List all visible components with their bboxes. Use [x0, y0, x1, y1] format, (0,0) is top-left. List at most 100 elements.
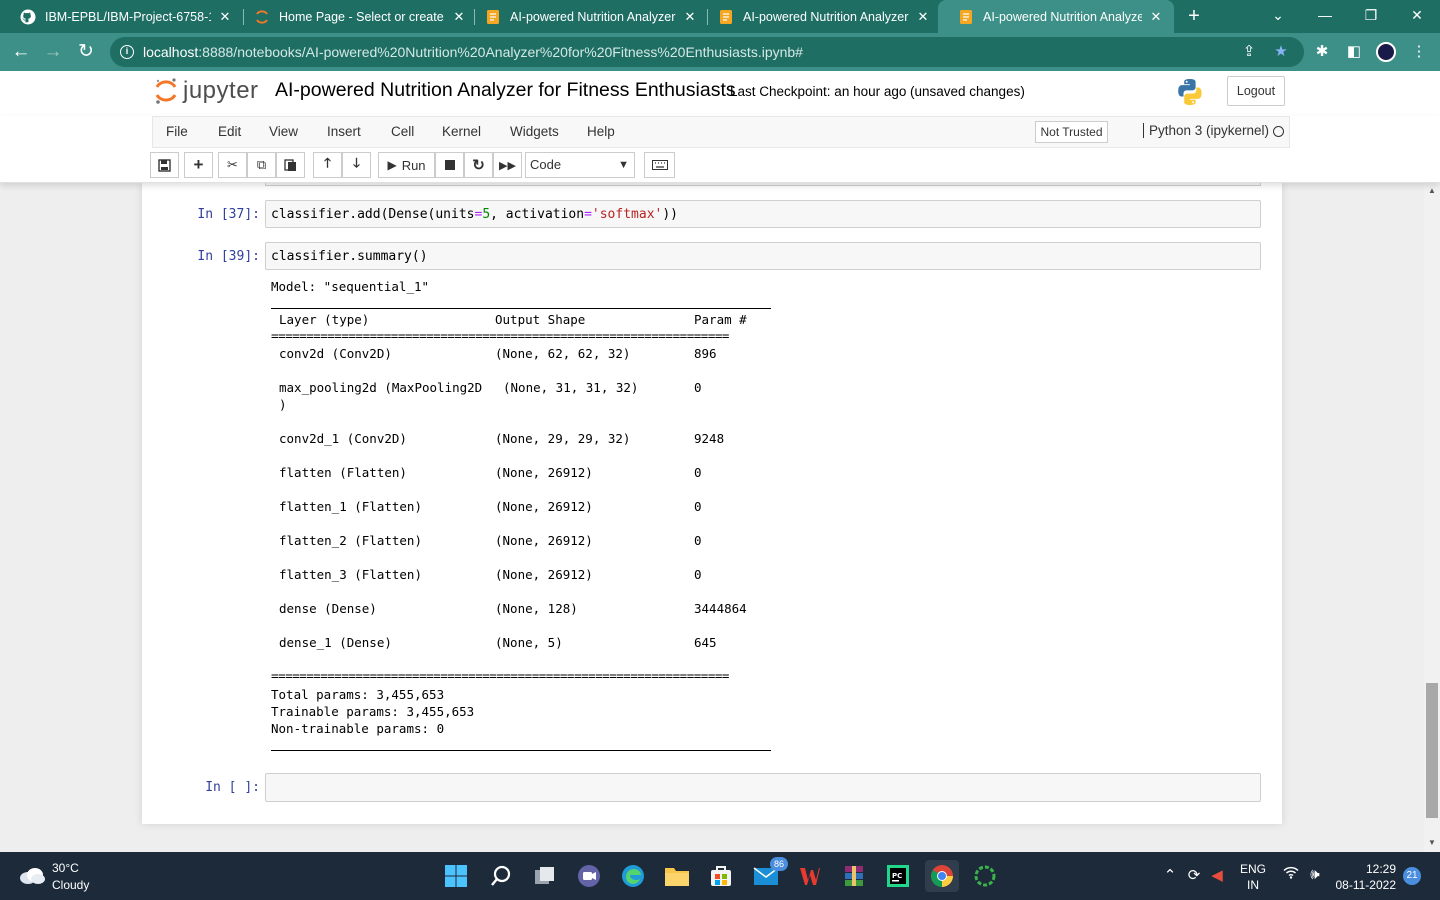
bookmark-star-icon[interactable]: ★ [1272, 43, 1290, 61]
layer-type: conv2d (Conv2D) [279, 346, 392, 361]
extensions-icon[interactable]: ✱ [1313, 43, 1331, 61]
menu-view[interactable]: View [269, 124, 298, 139]
cell-type-select[interactable]: Code ▼ [525, 152, 635, 178]
search-icon[interactable] [485, 860, 517, 892]
sync-icon[interactable]: ⟳ [1184, 866, 1204, 884]
not-trusted-button[interactable]: Not Trusted [1035, 121, 1108, 143]
copy-icon[interactable]: ⧉ [247, 152, 276, 178]
speaker-red-icon[interactable]: ◀ [1207, 866, 1227, 884]
notification-count-badge[interactable]: 21 [1403, 867, 1421, 885]
weather-description[interactable]: Cloudy [52, 878, 89, 892]
save-icon[interactable] [150, 152, 179, 178]
scrollbar-thumb[interactable] [1426, 683, 1438, 818]
chevron-down-icon: ▼ [618, 159, 629, 171]
file-explorer-icon[interactable] [661, 860, 693, 892]
winrar-icon[interactable] [838, 860, 870, 892]
kernel-name: Python 3 (ipykernel) [1143, 123, 1269, 138]
output-shape: (None, 62, 62, 32) [495, 346, 631, 361]
jupyter-logo[interactable]: jupyter [155, 77, 259, 105]
language-indicator[interactable]: ENG IN [1240, 861, 1266, 893]
param-count: 0 [694, 533, 702, 548]
cloud-icon[interactable] [18, 865, 46, 885]
chrome-icon[interactable] [925, 860, 959, 892]
browser-tab-home[interactable]: Home Page - Select or create a ✕ [234, 0, 477, 33]
restore-icon[interactable]: ❐ [1348, 0, 1394, 33]
weather-temperature[interactable]: 30°C [52, 861, 79, 875]
profile-avatar[interactable] [1376, 42, 1396, 62]
close-icon[interactable]: ✕ [1148, 9, 1164, 25]
forward-icon[interactable]: → [40, 39, 66, 65]
layer-type: max_pooling2d (MaxPooling2D [279, 380, 483, 395]
chevron-up-icon[interactable]: ⌃ [1160, 866, 1180, 884]
wps-office-icon[interactable] [794, 860, 826, 892]
start-windows-icon[interactable] [440, 860, 472, 892]
layer-type: flatten_3 (Flatten) [279, 567, 422, 582]
mail-badge: 86 [770, 857, 788, 871]
browser-tab-notebook-1[interactable]: AI-powered Nutrition Analyzer f ✕ [465, 0, 708, 33]
jupyter-logo-text: jupyter [183, 77, 259, 104]
restart-icon[interactable]: ↻ [464, 152, 493, 178]
reload-icon[interactable]: ↻ [73, 39, 99, 65]
scroll-up-icon[interactable]: ▲ [1428, 186, 1436, 195]
close-icon[interactable]: ✕ [217, 9, 233, 25]
side-panel-icon[interactable]: ◧ [1345, 43, 1363, 61]
mail-icon[interactable]: 86 [750, 857, 788, 892]
edge-browser-icon[interactable] [617, 860, 649, 892]
tab-title: Home Page - Select or create a [279, 9, 445, 24]
system-clock[interactable]: 12:29 08-11-2022 [1334, 861, 1397, 893]
site-info-icon[interactable]: i [120, 45, 134, 59]
menu-help[interactable]: Help [587, 124, 615, 139]
output-rule [271, 308, 771, 309]
menu-file[interactable]: File [166, 124, 188, 139]
browser-menu-icon[interactable]: ⋮ [1410, 43, 1428, 61]
run-button[interactable]: ▶ Run [378, 152, 435, 178]
task-view-icon[interactable] [529, 860, 561, 892]
pycharm-icon[interactable]: PC [882, 860, 914, 892]
code-input[interactable]: classifier.summary() [265, 242, 1261, 270]
notebook-icon [718, 9, 734, 25]
menu-edit[interactable]: Edit [218, 124, 241, 139]
minimize-icon[interactable]: — [1302, 0, 1348, 33]
address-bar[interactable]: i localhost:8888/notebooks/AI-powered%20… [110, 37, 1304, 67]
browser-tab-notebook-2[interactable]: AI-powered Nutrition Analyzer f ✕ [698, 0, 941, 33]
menu-cell[interactable]: Cell [391, 124, 414, 139]
logout-button[interactable]: Logout [1227, 76, 1285, 106]
interrupt-icon[interactable] [435, 152, 464, 178]
share-icon[interactable]: ⇪ [1240, 43, 1258, 61]
notebook-title[interactable]: AI-powered Nutrition Analyzer for Fitnes… [275, 79, 736, 102]
microsoft-store-icon[interactable] [705, 860, 737, 892]
restart-run-all-icon[interactable]: ▶▶ [493, 152, 522, 178]
move-down-icon[interactable]: 🡓 [342, 152, 371, 178]
wifi-icon[interactable] [1281, 866, 1301, 883]
browser-tab-notebook-active[interactable]: AI-powered Nutrition Analyzer f ✕ [938, 0, 1174, 33]
loading-app-icon[interactable] [969, 860, 1001, 892]
paste-icon[interactable] [276, 152, 305, 178]
teams-chat-icon[interactable] [573, 860, 605, 892]
tab-title: AI-powered Nutrition Analyzer f [983, 9, 1142, 24]
menu-widgets[interactable]: Widgets [510, 124, 559, 139]
close-window-icon[interactable]: ✕ [1394, 0, 1440, 33]
close-icon[interactable]: ✕ [915, 9, 931, 25]
header-layer-type: Layer (type) [279, 312, 370, 327]
scroll-down-icon[interactable]: ▼ [1428, 838, 1436, 847]
volume-icon[interactable]: 🕪 [1305, 866, 1325, 883]
summary-row: flatten_1 (Flatten) (None, 26912) 0 [271, 499, 771, 516]
model-name-line: Model: "sequential_1" [271, 279, 430, 294]
insert-cell-icon[interactable]: + [184, 152, 213, 178]
tab-search-icon[interactable]: ⌄ [1255, 0, 1301, 33]
menu-kernel[interactable]: Kernel [442, 124, 481, 139]
jupyter-header: jupyter AI-powered Nutrition Analyzer fo… [0, 71, 1440, 116]
new-tab-button[interactable]: + [1183, 5, 1205, 27]
layer-type: flatten (Flatten) [279, 465, 407, 480]
move-up-icon[interactable]: 🡑 [313, 152, 342, 178]
vertical-scrollbar[interactable]: ▲ ▼ [1424, 183, 1440, 852]
close-icon[interactable]: ✕ [682, 9, 698, 25]
cut-icon[interactable]: ✂ [218, 152, 247, 178]
keyboard-icon[interactable] [644, 152, 675, 178]
output-shape: (None, 26912) [495, 465, 593, 480]
code-input[interactable]: classifier.add(Dense(units=5, activation… [265, 200, 1261, 228]
menu-insert[interactable]: Insert [327, 124, 361, 139]
browser-tab-github[interactable]: IBM-EPBL/IBM-Project-6758-16 ✕ [0, 0, 243, 33]
code-input[interactable] [265, 773, 1261, 802]
back-icon[interactable]: ← [8, 39, 34, 65]
